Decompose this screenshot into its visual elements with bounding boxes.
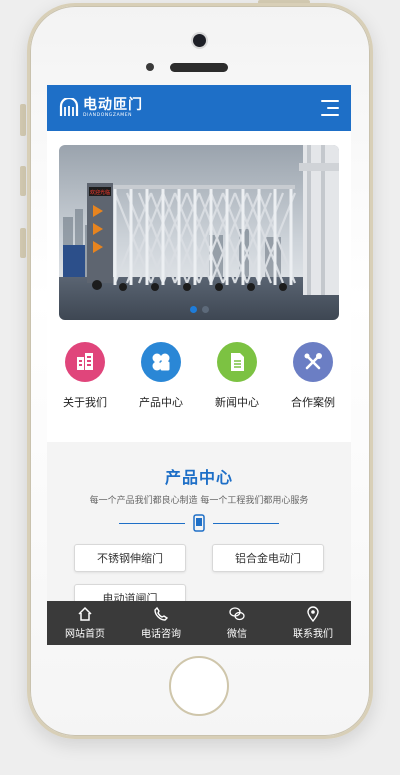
mute-switch xyxy=(20,104,26,136)
gate-photo: 欢迎光临 xyxy=(59,145,339,320)
phone-screen: 电动匝门 DIANDONGZAMEN 欢迎光临 关于我们 产品中心 新闻中心 合… xyxy=(47,85,351,645)
earpiece-speaker xyxy=(170,63,228,72)
section-title: 产品中心 xyxy=(164,468,233,487)
slider-dots xyxy=(59,306,339,313)
wechat-icon xyxy=(229,607,245,621)
category-button[interactable]: 铝合金电动门 xyxy=(212,544,324,572)
volume-up-button xyxy=(20,166,26,196)
quick-link-news[interactable]: 新闻中心 xyxy=(202,342,272,442)
bottom-tabbar: 网站首页 电话咨询 微信 联系我们 xyxy=(47,601,351,645)
gate-sign-text: 欢迎光临 xyxy=(90,189,110,196)
logo-subtitle: DIANDONGZAMEN xyxy=(83,112,133,118)
site-logo[interactable]: 电动匝门 DIANDONGZAMEN xyxy=(59,98,143,119)
category-button[interactable]: 不锈钢伸缩门 xyxy=(74,544,186,572)
proximity-sensor xyxy=(146,63,154,71)
building-icon xyxy=(65,342,105,382)
location-icon xyxy=(307,606,319,622)
quick-link-cases[interactable]: 合作案例 xyxy=(278,342,348,442)
front-camera xyxy=(193,34,206,47)
tab-label: 微信 xyxy=(227,629,247,640)
product-section: 产品中心 每一个产品我们都良心制造 每一个工程我们都用心服务 不锈钢伸缩门 铝合… xyxy=(47,442,351,612)
quick-link-about[interactable]: 关于我们 xyxy=(50,342,120,442)
quick-link-label: 合作案例 xyxy=(291,396,335,409)
gate-logo-icon xyxy=(59,98,79,116)
banner-section: 欢迎光临 xyxy=(47,131,351,320)
tab-contact[interactable]: 联系我们 xyxy=(275,601,351,645)
section-subtitle: 每一个产品我们都良心制造 每一个工程我们都用心服务 xyxy=(89,496,309,506)
tab-phone[interactable]: 电话咨询 xyxy=(123,601,199,645)
hamburger-menu-icon[interactable] xyxy=(317,98,339,118)
slider-dot[interactable] xyxy=(201,306,209,313)
phone-icon xyxy=(193,514,205,532)
site-header: 电动匝门 DIANDONGZAMEN xyxy=(47,85,351,131)
document-icon xyxy=(217,342,257,382)
tab-home[interactable]: 网站首页 xyxy=(47,601,123,645)
home-icon xyxy=(78,606,92,621)
phone-icon xyxy=(154,606,169,621)
quick-link-label: 产品中心 xyxy=(139,396,183,409)
volume-down-button xyxy=(20,228,26,258)
tab-wechat[interactable]: 微信 xyxy=(199,601,275,645)
slider-dot[interactable] xyxy=(189,306,197,313)
grid-icon xyxy=(141,342,181,382)
tab-label: 电话咨询 xyxy=(141,629,181,640)
logo-title: 电动匝门 xyxy=(83,96,143,113)
quick-link-label: 关于我们 xyxy=(63,396,107,409)
quick-links: 关于我们 产品中心 新闻中心 合作案例 xyxy=(47,320,351,442)
section-divider xyxy=(47,514,351,532)
tools-icon xyxy=(293,342,333,382)
quick-link-products[interactable]: 产品中心 xyxy=(126,342,196,442)
quick-link-label: 新闻中心 xyxy=(215,396,259,409)
tab-label: 网站首页 xyxy=(65,629,105,640)
banner-slider[interactable]: 欢迎光临 xyxy=(59,145,339,320)
tab-label: 联系我们 xyxy=(293,629,333,640)
home-button[interactable] xyxy=(169,656,229,716)
